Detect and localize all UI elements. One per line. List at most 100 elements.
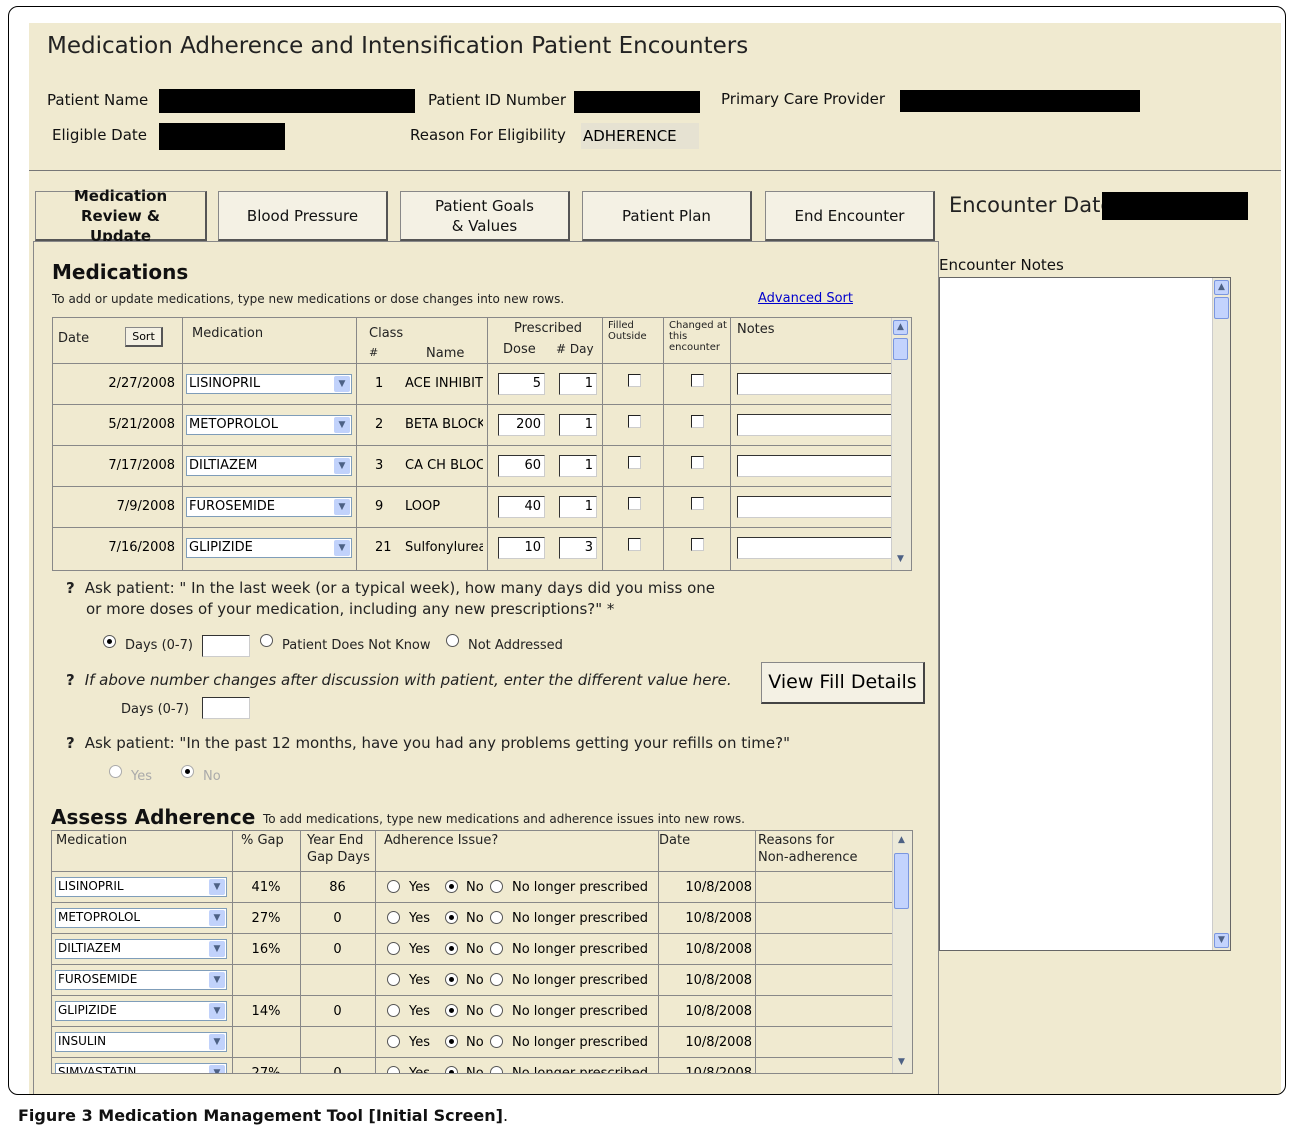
chevron-down-icon[interactable]: ▼ — [209, 972, 225, 988]
changed-checkbox[interactable] — [691, 456, 704, 469]
chevron-down-icon[interactable]: ▼ — [209, 941, 225, 957]
encounter-notes-textarea[interactable]: ▲ ▼ — [939, 277, 1231, 951]
dose-input[interactable]: 60 — [498, 455, 545, 477]
notes-input[interactable] — [737, 414, 901, 436]
days-input[interactable]: 1 — [559, 373, 597, 395]
refills-yes-radio[interactable] — [109, 765, 122, 778]
days-input[interactable]: 1 — [559, 496, 597, 518]
scroll-down-icon[interactable]: ▼ — [893, 553, 908, 568]
filled-outside-checkbox[interactable] — [628, 415, 641, 428]
filled-outside-checkbox[interactable] — [628, 497, 641, 510]
issue-yes-radio[interactable] — [387, 911, 400, 924]
adh-med-combo[interactable]: INSULIN ▼ — [55, 1032, 227, 1052]
chevron-down-icon[interactable]: ▼ — [334, 376, 350, 392]
med-combo[interactable]: FUROSEMIDE ▼ — [186, 497, 352, 517]
issue-no-radio[interactable] — [445, 1004, 458, 1017]
med-combo[interactable]: METOPROLOL ▼ — [186, 415, 352, 435]
changed-checkbox[interactable] — [691, 374, 704, 387]
chevron-down-icon[interactable]: ▼ — [209, 879, 225, 895]
days-radio[interactable] — [103, 635, 116, 648]
days-input[interactable]: 1 — [559, 414, 597, 436]
issue-no-radio[interactable] — [445, 942, 458, 955]
issue-yes-radio[interactable] — [387, 1004, 400, 1017]
issue-no-longer-radio[interactable] — [490, 1066, 503, 1073]
advanced-sort-link[interactable]: Advanced Sort — [758, 291, 853, 306]
scroll-up-icon[interactable]: ▲ — [1214, 280, 1229, 295]
notes-scrollbar[interactable]: ▲ ▼ — [1212, 278, 1230, 950]
issue-yes-radio[interactable] — [387, 1035, 400, 1048]
encounter-date-redacted — [1102, 192, 1248, 220]
tab-blood-pressure[interactable]: Blood Pressure — [218, 191, 388, 241]
view-fill-details-button[interactable]: View Fill Details — [761, 662, 925, 704]
med-date: 5/21/2008 — [108, 417, 175, 432]
issue-no-radio[interactable] — [445, 973, 458, 986]
adh-med-combo[interactable]: SIMVASTATIN ▼ — [55, 1063, 227, 1073]
tab-patient-plan[interactable]: Patient Plan — [582, 191, 752, 241]
issue-no-longer-radio[interactable] — [490, 880, 503, 893]
missed-days-input[interactable] — [202, 635, 250, 657]
chevron-down-icon[interactable]: ▼ — [209, 1003, 225, 1019]
med-combo[interactable]: GLIPIZIDE ▼ — [186, 538, 352, 558]
adherence-scrollbar[interactable]: ▲ ▼ — [892, 831, 912, 1073]
notes-input[interactable] — [737, 455, 901, 477]
issue-no-radio[interactable] — [445, 911, 458, 924]
chevron-down-icon[interactable]: ▼ — [334, 417, 350, 433]
filled-outside-checkbox[interactable] — [628, 374, 641, 387]
tab-medication-review[interactable]: Medication Review & Update — [35, 187, 207, 245]
medications-scrollbar[interactable]: ▲ ▼ — [891, 318, 911, 570]
issue-no-radio[interactable] — [445, 880, 458, 893]
chevron-down-icon[interactable]: ▼ — [209, 1034, 225, 1050]
scroll-down-icon[interactable]: ▼ — [1214, 933, 1229, 948]
days-input[interactable]: 1 — [559, 455, 597, 477]
chevron-down-icon[interactable]: ▼ — [334, 458, 350, 474]
chevron-down-icon[interactable]: ▼ — [209, 1065, 225, 1073]
dose-input[interactable]: 40 — [498, 496, 545, 518]
scroll-thumb[interactable] — [894, 853, 909, 909]
filled-outside-checkbox[interactable] — [628, 456, 641, 469]
chevron-down-icon[interactable]: ▼ — [334, 499, 350, 515]
issue-yes-radio[interactable] — [387, 973, 400, 986]
tab-patient-goals[interactable]: Patient Goals & Values — [400, 191, 570, 241]
scroll-down-icon[interactable]: ▼ — [894, 1056, 909, 1071]
issue-yes-radio[interactable] — [387, 880, 400, 893]
chevron-down-icon[interactable]: ▼ — [209, 910, 225, 926]
adh-med-combo[interactable]: METOPROLOL ▼ — [55, 908, 227, 928]
not-know-radio[interactable] — [260, 634, 273, 647]
tab-end-encounter[interactable]: End Encounter — [765, 191, 935, 241]
dose-input[interactable]: 5 — [498, 373, 545, 395]
med-combo[interactable]: DILTIAZEM ▼ — [186, 456, 352, 476]
scroll-up-icon[interactable]: ▲ — [893, 320, 908, 335]
revised-days-input[interactable] — [202, 697, 250, 719]
adh-med-combo[interactable]: LISINOPRIL ▼ — [55, 877, 227, 897]
scroll-thumb[interactable] — [893, 338, 908, 360]
changed-checkbox[interactable] — [691, 415, 704, 428]
issue-yes-radio[interactable] — [387, 942, 400, 955]
chevron-down-icon[interactable]: ▼ — [334, 540, 350, 556]
issue-no-radio[interactable] — [445, 1035, 458, 1048]
adh-med-combo[interactable]: GLIPIZIDE ▼ — [55, 1001, 227, 1021]
issue-no-longer-radio[interactable] — [490, 973, 503, 986]
issue-no-radio[interactable] — [445, 1066, 458, 1073]
med-combo[interactable]: LISINOPRIL ▼ — [186, 374, 352, 394]
issue-no-longer-radio[interactable] — [490, 911, 503, 924]
scroll-up-icon[interactable]: ▲ — [894, 834, 909, 849]
notes-input[interactable] — [737, 537, 901, 559]
issue-no-longer-radio[interactable] — [490, 942, 503, 955]
dose-input[interactable]: 10 — [498, 537, 545, 559]
notes-input[interactable] — [737, 373, 901, 395]
days-input[interactable]: 3 — [559, 537, 597, 559]
adh-med-combo[interactable]: DILTIAZEM ▼ — [55, 939, 227, 959]
issue-no-longer-radio[interactable] — [490, 1004, 503, 1017]
filled-outside-checkbox[interactable] — [628, 538, 641, 551]
issue-yes-radio[interactable] — [387, 1066, 400, 1073]
not-addressed-radio[interactable] — [446, 634, 459, 647]
sort-button[interactable]: Sort — [125, 327, 163, 347]
dose-input[interactable]: 200 — [498, 414, 545, 436]
changed-checkbox[interactable] — [691, 497, 704, 510]
issue-no-longer-radio[interactable] — [490, 1035, 503, 1048]
notes-input[interactable] — [737, 496, 901, 518]
refills-no-radio[interactable] — [181, 765, 194, 778]
adh-med-combo[interactable]: FUROSEMIDE ▼ — [55, 970, 227, 990]
scroll-thumb[interactable] — [1214, 297, 1229, 319]
changed-checkbox[interactable] — [691, 538, 704, 551]
